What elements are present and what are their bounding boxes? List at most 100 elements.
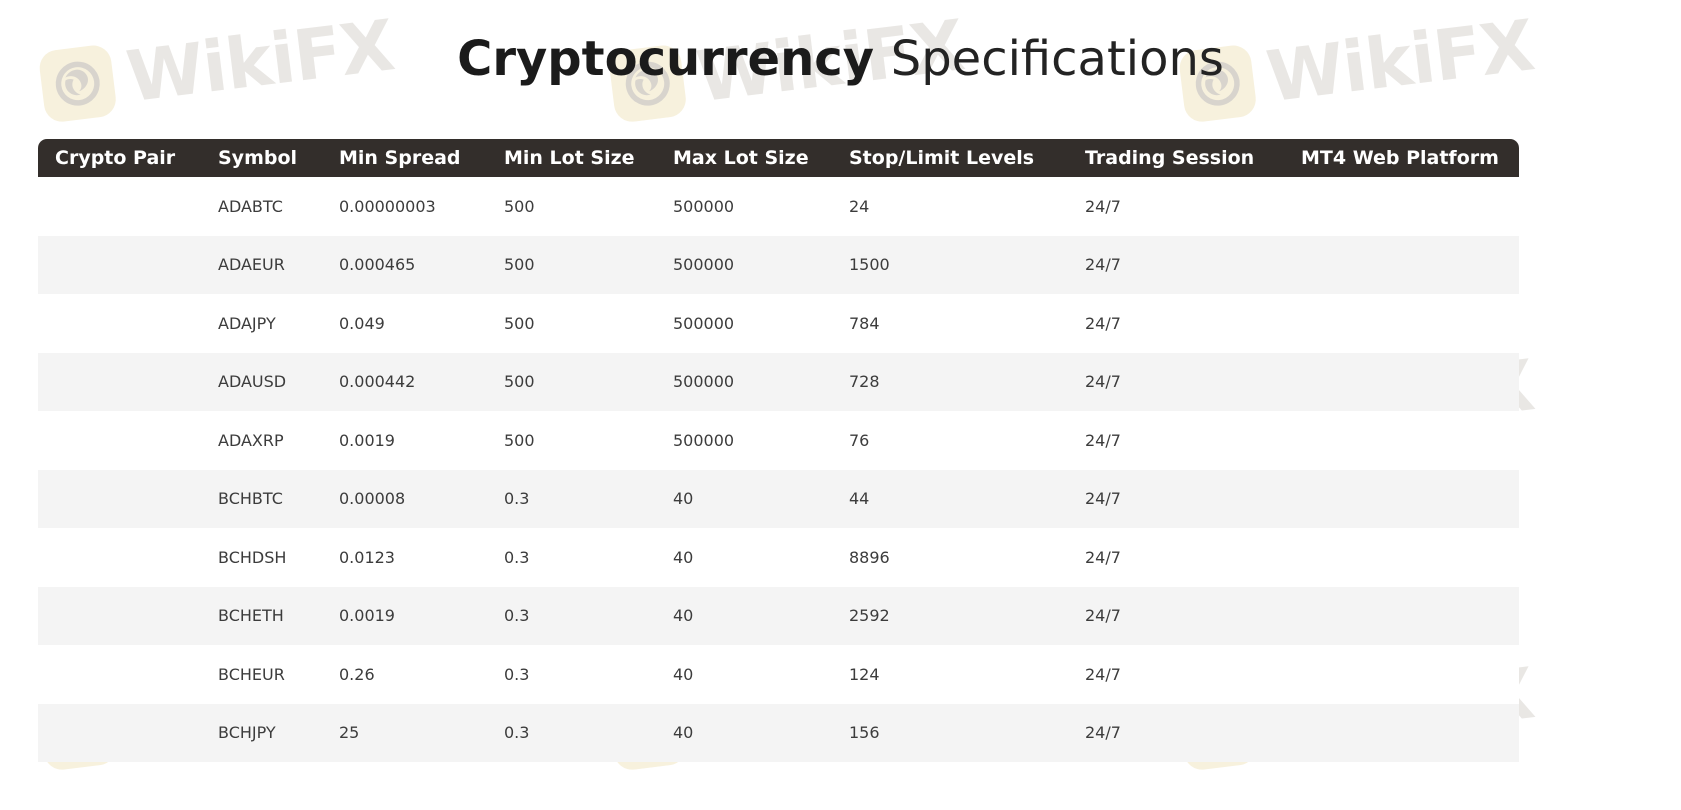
cell-trading-session: 24/7 — [1085, 645, 1301, 704]
table-header: Crypto PairSymbolMin SpreadMin Lot SizeM… — [38, 139, 1519, 177]
column-header-stop-limit-levels[interactable]: Stop/Limit Levels — [849, 139, 1085, 177]
table-row: BCHEUR0.260.34012424/7 — [38, 645, 1519, 704]
cell-max-lot-size: 500000 — [673, 411, 849, 470]
cell-mt4-web-platform — [1301, 294, 1519, 353]
cell-min-spread: 0.0123 — [339, 528, 504, 587]
cell-crypto-pair — [38, 470, 218, 529]
column-header-trading-session[interactable]: Trading Session — [1085, 139, 1301, 177]
cell-stop-limit-levels: 728 — [849, 353, 1085, 412]
column-header-min-lot-size[interactable]: Min Lot Size — [504, 139, 673, 177]
cell-max-lot-size: 500000 — [673, 294, 849, 353]
cell-max-lot-size: 40 — [673, 528, 849, 587]
cell-crypto-pair — [38, 645, 218, 704]
symbol-link[interactable]: BCHEUR — [218, 645, 339, 704]
cell-max-lot-size: 500000 — [673, 177, 849, 236]
column-header-crypto-pair[interactable]: Crypto Pair — [38, 139, 218, 177]
symbol-link[interactable]: BCHETH — [218, 587, 339, 646]
table-body: ADABTC0.000000035005000002424/7ADAEUR0.0… — [38, 177, 1519, 762]
cell-min-spread: 0.049 — [339, 294, 504, 353]
symbol-link[interactable]: ADAXRP — [218, 411, 339, 470]
table-header-row: Crypto PairSymbolMin SpreadMin Lot SizeM… — [38, 139, 1519, 177]
cell-trading-session: 24/7 — [1085, 704, 1301, 763]
cell-min-lot-size: 0.3 — [504, 645, 673, 704]
cell-min-spread: 0.00000003 — [339, 177, 504, 236]
cell-stop-limit-levels: 2592 — [849, 587, 1085, 646]
specifications-table-container: Crypto PairSymbolMin SpreadMin Lot SizeM… — [38, 139, 1519, 762]
column-header-mt4-web-platform[interactable]: MT4 Web Platform — [1301, 139, 1519, 177]
cell-mt4-web-platform — [1301, 236, 1519, 295]
cell-trading-session: 24/7 — [1085, 587, 1301, 646]
cell-trading-session: 24/7 — [1085, 236, 1301, 295]
cell-trading-session: 24/7 — [1085, 470, 1301, 529]
cell-mt4-web-platform — [1301, 177, 1519, 236]
table-row: BCHDSH0.01230.340889624/7 — [38, 528, 1519, 587]
cell-min-lot-size: 0.3 — [504, 587, 673, 646]
cell-trading-session: 24/7 — [1085, 528, 1301, 587]
cell-mt4-web-platform — [1301, 411, 1519, 470]
cell-mt4-web-platform — [1301, 353, 1519, 412]
cell-stop-limit-levels: 24 — [849, 177, 1085, 236]
content-area: Cryptocurrency Specifications Crypto Pai… — [0, 0, 1681, 88]
cell-min-lot-size: 500 — [504, 353, 673, 412]
table-row: ADAXRP0.00195005000007624/7 — [38, 411, 1519, 470]
cell-min-lot-size: 0.3 — [504, 528, 673, 587]
column-header-max-lot-size[interactable]: Max Lot Size — [673, 139, 849, 177]
cell-min-lot-size: 500 — [504, 294, 673, 353]
cell-trading-session: 24/7 — [1085, 294, 1301, 353]
cell-crypto-pair — [38, 587, 218, 646]
symbol-link[interactable]: ADAJPY — [218, 294, 339, 353]
cell-max-lot-size: 40 — [673, 587, 849, 646]
table-row: BCHBTC0.000080.3404424/7 — [38, 470, 1519, 529]
cell-mt4-web-platform — [1301, 587, 1519, 646]
cell-stop-limit-levels: 156 — [849, 704, 1085, 763]
cell-max-lot-size: 40 — [673, 645, 849, 704]
cell-crypto-pair — [38, 353, 218, 412]
cell-max-lot-size: 40 — [673, 470, 849, 529]
symbol-link[interactable]: BCHBTC — [218, 470, 339, 529]
cell-trading-session: 24/7 — [1085, 411, 1301, 470]
cell-max-lot-size: 500000 — [673, 236, 849, 295]
symbol-link[interactable]: ADAEUR — [218, 236, 339, 295]
cell-min-spread: 0.26 — [339, 645, 504, 704]
cell-stop-limit-levels: 76 — [849, 411, 1085, 470]
cell-crypto-pair — [38, 236, 218, 295]
column-header-min-spread[interactable]: Min Spread — [339, 139, 504, 177]
cell-stop-limit-levels: 8896 — [849, 528, 1085, 587]
page-title: Cryptocurrency Specifications — [0, 0, 1681, 88]
cell-min-spread: 0.0019 — [339, 411, 504, 470]
table-row: ADAUSD0.00044250050000072824/7 — [38, 353, 1519, 412]
cell-min-lot-size: 500 — [504, 236, 673, 295]
cell-min-spread: 0.000442 — [339, 353, 504, 412]
cell-crypto-pair — [38, 177, 218, 236]
cell-min-spread: 0.000465 — [339, 236, 504, 295]
cell-max-lot-size: 40 — [673, 704, 849, 763]
cell-crypto-pair — [38, 704, 218, 763]
cell-min-lot-size: 0.3 — [504, 470, 673, 529]
cell-mt4-web-platform — [1301, 470, 1519, 529]
cell-trading-session: 24/7 — [1085, 177, 1301, 236]
cell-min-spread: 0.0019 — [339, 587, 504, 646]
cell-crypto-pair — [38, 411, 218, 470]
cell-crypto-pair — [38, 528, 218, 587]
cell-min-lot-size: 500 — [504, 177, 673, 236]
page-title-light: Specifications — [891, 31, 1224, 87]
cell-mt4-web-platform — [1301, 704, 1519, 763]
cell-stop-limit-levels: 124 — [849, 645, 1085, 704]
table-row: BCHJPY250.34015624/7 — [38, 704, 1519, 763]
symbol-link[interactable]: ADABTC — [218, 177, 339, 236]
symbol-link[interactable]: BCHDSH — [218, 528, 339, 587]
cell-mt4-web-platform — [1301, 645, 1519, 704]
table-row: BCHETH0.00190.340259224/7 — [38, 587, 1519, 646]
page-title-strong: Cryptocurrency — [457, 31, 874, 87]
table-row: ADAJPY0.04950050000078424/7 — [38, 294, 1519, 353]
table-row: ADABTC0.000000035005000002424/7 — [38, 177, 1519, 236]
cell-max-lot-size: 500000 — [673, 353, 849, 412]
page-root: WikiFX WikiFX WikiFX WikiFX WikiFX WikiF… — [0, 0, 1681, 810]
column-header-symbol[interactable]: Symbol — [218, 139, 339, 177]
table-row: ADAEUR0.000465500500000150024/7 — [38, 236, 1519, 295]
specifications-table: Crypto PairSymbolMin SpreadMin Lot SizeM… — [38, 139, 1519, 762]
symbol-link[interactable]: BCHJPY — [218, 704, 339, 763]
cell-crypto-pair — [38, 294, 218, 353]
symbol-link[interactable]: ADAUSD — [218, 353, 339, 412]
cell-min-lot-size: 0.3 — [504, 704, 673, 763]
